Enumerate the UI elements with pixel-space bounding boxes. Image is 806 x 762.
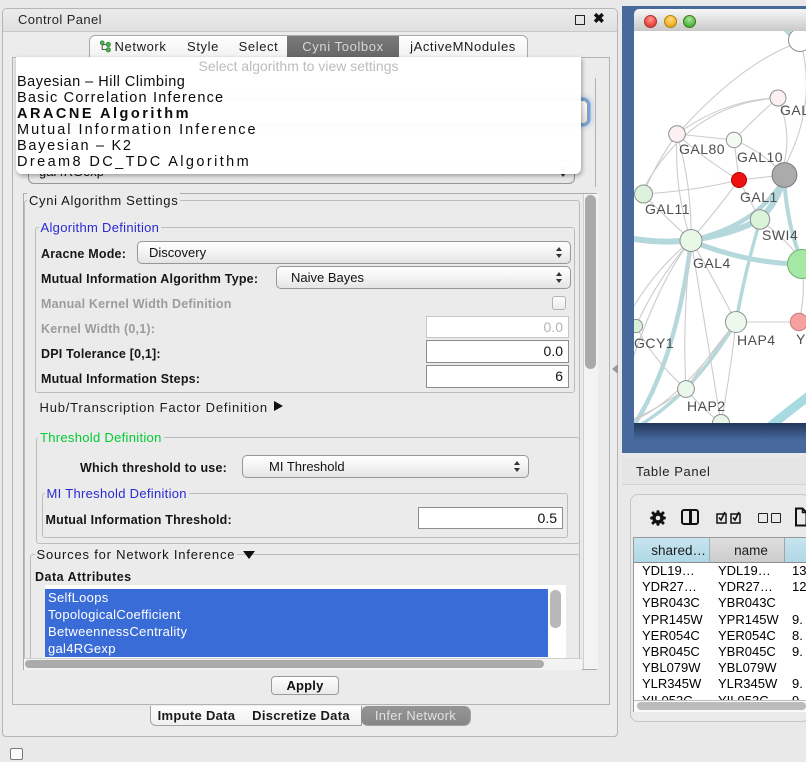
svg-text:YD: YD (796, 331, 806, 347)
svg-text:GAL10: GAL10 (737, 149, 783, 165)
svg-text:GAL2: GAL2 (780, 102, 806, 118)
svg-text:SWI4: SWI4 (762, 227, 798, 243)
svg-text:GAL4: GAL4 (693, 255, 731, 271)
svg-text:GAL1: GAL1 (740, 189, 778, 205)
svg-text:HAP2: HAP2 (687, 398, 726, 414)
svg-text:GAL11: GAL11 (645, 201, 690, 217)
svg-text:GCY1: GCY1 (634, 335, 674, 351)
svg-text:HAP4: HAP4 (737, 332, 776, 348)
svg-text:GAL80: GAL80 (679, 141, 725, 157)
